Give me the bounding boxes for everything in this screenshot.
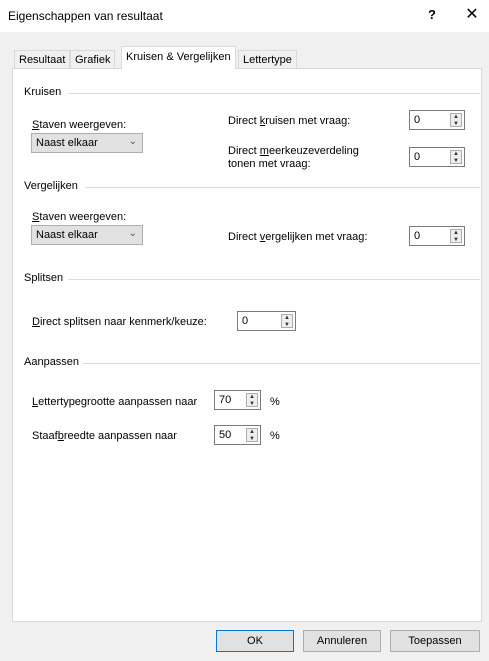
tab-resultaat[interactable]: Resultaat	[14, 50, 71, 69]
chevron-down-icon: ⌄	[128, 228, 137, 239]
spinner-value: 0	[414, 230, 421, 242]
meerkeuze-spinner[interactable]: 0 ▲ ▼	[409, 147, 465, 167]
section-divider	[68, 93, 480, 94]
cancel-button[interactable]: Annuleren	[303, 630, 381, 652]
ok-button[interactable]: OK	[216, 630, 294, 652]
lettertypegrootte-label: Lettertypegrootte aanpassen naar	[32, 396, 198, 408]
tab-lettertype[interactable]: Lettertype	[238, 50, 297, 69]
direct-vergelijken-label: Direct vergelijken met vraag:	[228, 231, 368, 243]
apply-button[interactable]: Toepassen	[390, 630, 480, 652]
staafbreedte-spinner[interactable]: 50 ▲ ▼	[214, 425, 261, 445]
spinner-value: 0	[414, 114, 421, 126]
tab-label: Kruisen & Vergelijken	[126, 51, 231, 63]
spinner-arrows-icon[interactable]: ▲ ▼	[281, 314, 293, 328]
tab-kruisen-vergelijken[interactable]: Kruisen & Vergelijken	[121, 46, 236, 69]
spinner-value: 0	[242, 315, 249, 327]
tab-label: Lettertype	[243, 54, 292, 66]
spinner-arrows-icon[interactable]: ▲ ▼	[246, 428, 258, 442]
select-value: Naast elkaar	[36, 229, 98, 241]
section-kruisen-heading: Kruisen	[24, 86, 62, 98]
staafbreedte-unit: %	[270, 430, 280, 442]
vergelijken-staven-label: Staven weergeven:	[32, 211, 127, 223]
kruisen-staven-label: Staven weergeven:	[32, 119, 127, 131]
direct-splitsen-spinner[interactable]: 0 ▲ ▼	[237, 311, 296, 331]
window-title: Eigenschappen van resultaat	[8, 9, 163, 23]
section-divider	[83, 363, 480, 364]
direct-kruisen-label: Direct kruisen met vraag:	[228, 115, 351, 127]
direct-vergelijken-spinner[interactable]: 0 ▲ ▼	[409, 226, 465, 246]
help-button[interactable]: ?	[428, 7, 436, 22]
meerkeuze-label-line1: Direct meerkeuzeverdeling	[228, 145, 359, 157]
spinner-arrows-icon[interactable]: ▲ ▼	[246, 393, 258, 407]
title-bar: Eigenschappen van resultaat ? ✕	[0, 0, 489, 32]
spinner-value: 70	[219, 394, 232, 406]
staafbreedte-label: Staafbreedte aanpassen naar	[32, 430, 177, 442]
spinner-value: 0	[414, 151, 421, 163]
tab-label: Grafiek	[75, 54, 111, 66]
section-vergelijken-heading: Vergelijken	[24, 180, 78, 192]
close-button[interactable]: ✕	[460, 3, 484, 27]
close-icon: ✕	[465, 6, 479, 23]
spinner-arrows-icon[interactable]: ▲ ▼	[450, 150, 462, 164]
section-divider	[68, 279, 480, 280]
spinner-arrows-icon[interactable]: ▲ ▼	[450, 229, 462, 243]
chevron-down-icon: ⌄	[128, 136, 137, 147]
lettertypegrootte-unit: %	[270, 396, 280, 408]
direct-kruisen-spinner[interactable]: 0 ▲ ▼	[409, 110, 465, 130]
select-value: Naast elkaar	[36, 137, 98, 149]
section-aanpassen-heading: Aanpassen	[24, 356, 80, 368]
section-splitsen-heading: Splitsen	[24, 272, 64, 284]
vergelijken-staven-select[interactable]: Naast elkaar ⌄	[31, 225, 143, 245]
meerkeuze-label-line2: tonen met vraag:	[228, 158, 311, 170]
tab-label: Resultaat	[19, 54, 66, 66]
spinner-value: 50	[219, 429, 232, 441]
direct-splitsen-label: Direct splitsen naar kenmerk/keuze:	[32, 316, 207, 328]
section-divider	[86, 187, 480, 188]
lettertypegrootte-spinner[interactable]: 70 ▲ ▼	[214, 390, 261, 410]
kruisen-staven-select[interactable]: Naast elkaar ⌄	[31, 133, 143, 153]
spinner-arrows-icon[interactable]: ▲ ▼	[450, 113, 462, 127]
tab-grafiek[interactable]: Grafiek	[70, 50, 116, 69]
